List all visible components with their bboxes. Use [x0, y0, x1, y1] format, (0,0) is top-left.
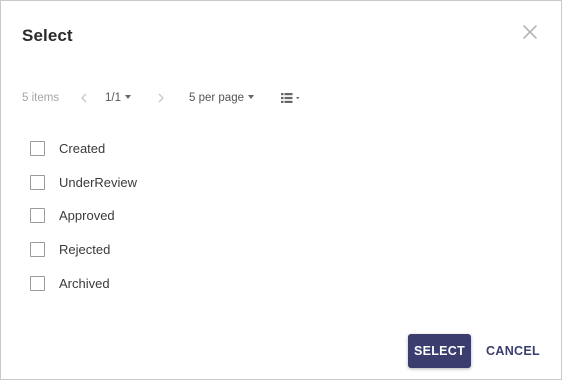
list-item-created[interactable]: Created [30, 139, 230, 159]
caret-down-icon [125, 94, 131, 99]
list-view-icon [281, 93, 300, 103]
close-icon [523, 25, 537, 39]
view-mode-select[interactable] [280, 89, 306, 107]
checkbox[interactable] [30, 175, 45, 190]
checkbox[interactable] [30, 208, 45, 223]
page-select[interactable]: 1/1 [105, 89, 131, 107]
list-item-archived[interactable]: Archived [30, 274, 230, 294]
per-page-select[interactable]: 5 per page [189, 89, 254, 107]
next-page-button[interactable] [155, 89, 167, 107]
previous-page-button[interactable] [78, 89, 90, 107]
list-item-label: Archived [59, 276, 110, 291]
dialog-title: Select [22, 26, 73, 45]
checkbox[interactable] [30, 242, 45, 257]
list-item-label: Created [59, 141, 106, 156]
list-item-approved[interactable]: Approved [30, 206, 230, 226]
chevron-left-icon [81, 93, 87, 103]
list-item-underreview[interactable]: UnderReview [30, 173, 230, 193]
per-page-label: 5 per page [189, 92, 244, 104]
list-item-label: Approved [59, 208, 115, 223]
select-button[interactable]: SELECT [408, 334, 471, 368]
caret-down-icon [248, 94, 254, 99]
checkbox[interactable] [30, 276, 45, 291]
chevron-right-icon [158, 93, 164, 103]
list-item-label: UnderReview [59, 175, 138, 190]
list-item-label: Rejected [59, 242, 111, 257]
cancel-button[interactable]: CANCEL [479, 334, 547, 368]
select-dialog: Select 5 items 1/1 5 per page Created Un… [0, 0, 562, 380]
list-item-rejected[interactable]: Rejected [30, 240, 230, 260]
close-button[interactable] [519, 21, 541, 43]
checkbox[interactable] [30, 141, 45, 156]
item-count: 5 items [22, 92, 60, 104]
page-indicator: 1/1 [105, 92, 121, 104]
